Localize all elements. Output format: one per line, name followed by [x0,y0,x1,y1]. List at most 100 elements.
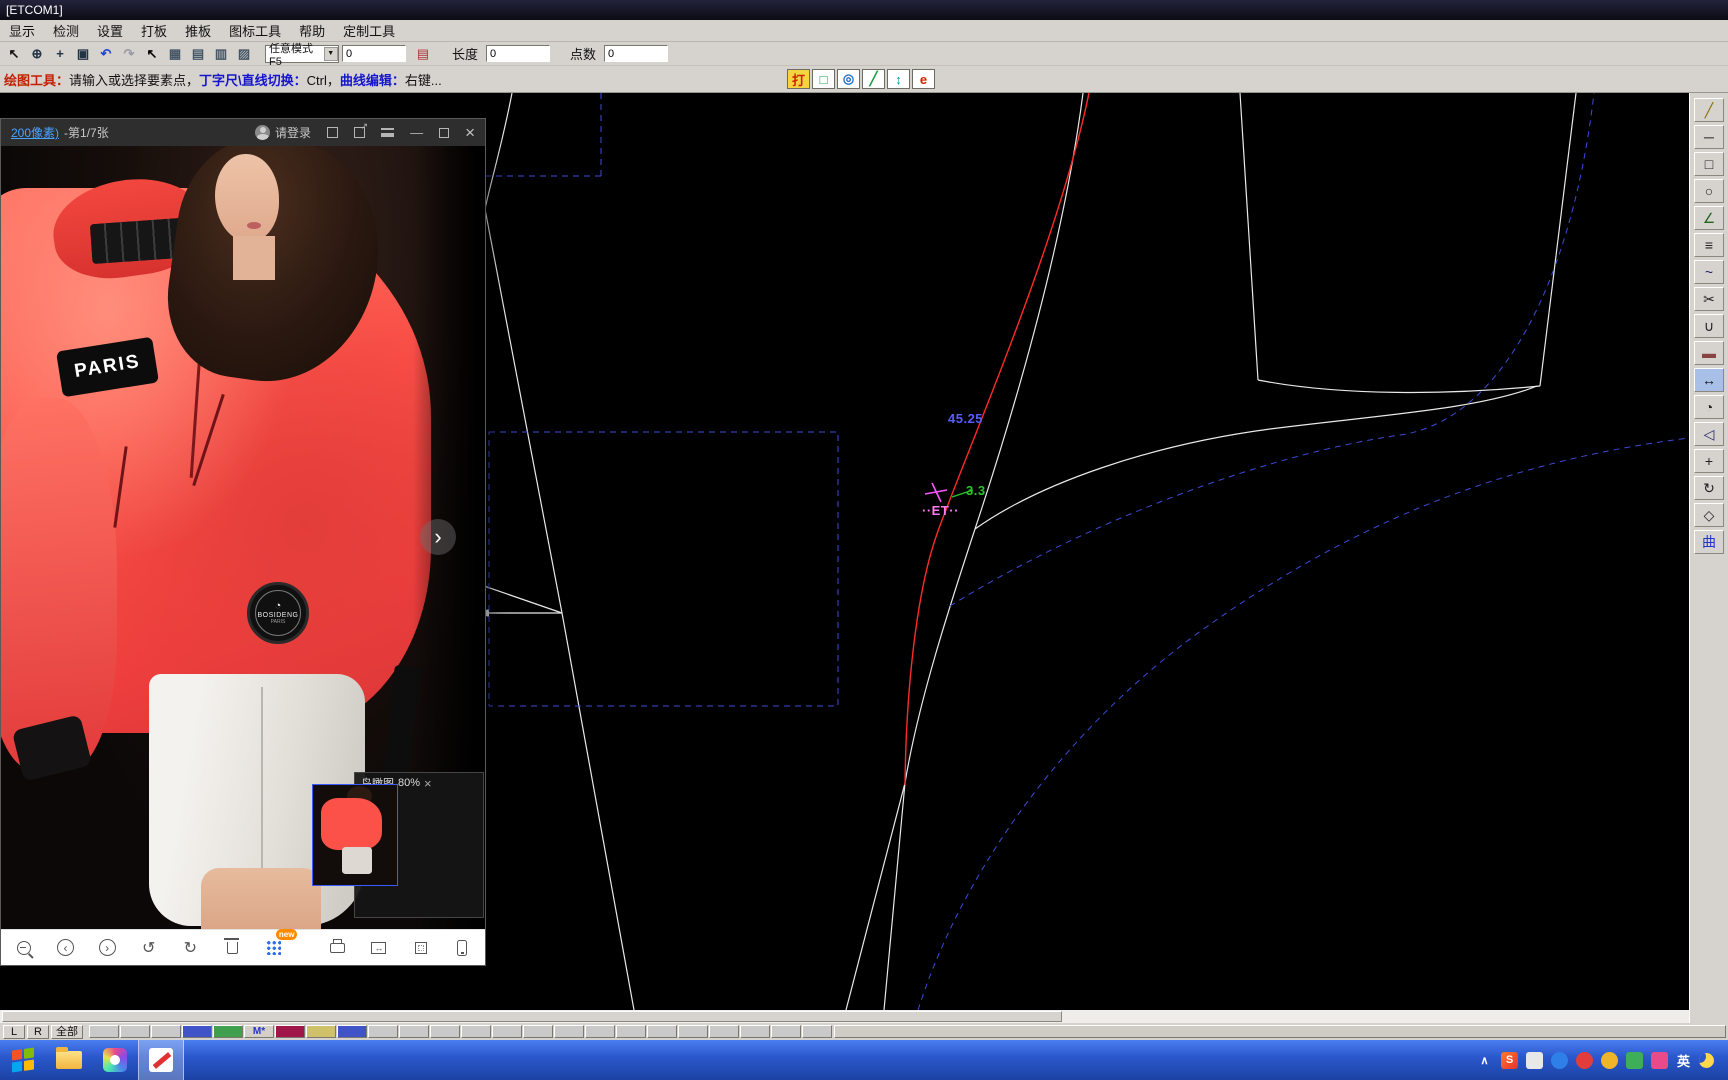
menu-display[interactable]: 显示 [0,20,44,41]
redo-icon[interactable]: ↷ [118,44,140,64]
rotate-right-icon[interactable]: ↻ [181,938,201,958]
palette-right-button[interactable]: R [27,1024,49,1039]
swatch-gray-4[interactable] [368,1025,398,1038]
chevron-down-icon[interactable]: ▼ [323,46,338,61]
close-button[interactable]: × [465,124,475,141]
menu-help[interactable]: 帮助 [290,20,334,41]
tray-expand-icon[interactable]: ∧ [1476,1052,1493,1069]
tray-app-green-icon[interactable] [1625,1051,1643,1069]
toggle-e[interactable]: e [912,69,935,89]
open-external-icon[interactable]: ↗ [354,121,368,138]
curve-tool[interactable]: ~ [1694,260,1724,284]
join-tool[interactable]: ∪ [1694,314,1724,338]
swatch-gray-8[interactable] [492,1025,522,1038]
tray-ime-icon[interactable] [1525,1051,1543,1069]
toggle-line[interactable]: ╱ [862,69,885,89]
night-mode-moon-icon[interactable] [1699,1052,1714,1068]
rotate-left-icon[interactable]: ↺ [139,938,159,958]
birdseye-close-icon[interactable]: × [424,776,432,791]
maximize-button[interactable] [439,127,450,138]
toggle-rect[interactable]: □ [812,69,835,89]
swatch-gray-6[interactable] [430,1025,460,1038]
minimize-button[interactable]: — [410,125,423,140]
doc-flag-icon[interactable]: ▤ [414,45,432,63]
swatch-gray-15[interactable] [709,1025,739,1038]
swatch-gray-16[interactable] [740,1025,770,1038]
zoom-area-icon[interactable]: ▣ [72,44,94,64]
swatch-gray-5[interactable] [399,1025,429,1038]
tray-app-red-icon[interactable] [1575,1051,1593,1069]
swatch-gray-10[interactable] [554,1025,584,1038]
circle-tool[interactable]: ○ [1694,179,1724,203]
menu-grading[interactable]: 推板 [176,20,220,41]
move-tool[interactable]: + [1694,449,1724,473]
birdseye-thumbnail[interactable] [312,784,398,886]
swatch-gray-11[interactable] [585,1025,615,1038]
swatch-gray-14[interactable] [678,1025,708,1038]
swatch-gray-3[interactable] [151,1025,181,1038]
rect-tool[interactable]: □ [1694,152,1724,176]
menu-detect[interactable]: 检测 [44,20,88,41]
swatch-khaki[interactable] [306,1025,336,1038]
angle-line-tool[interactable]: ∠ [1694,206,1724,230]
toggle-point[interactable]: ◎ [837,69,860,89]
table-tool-4-icon[interactable]: ▨ [233,44,255,64]
next-image-button[interactable]: › [420,519,456,555]
swatch-gray-7[interactable] [461,1025,491,1038]
taskbar-photos-button[interactable] [92,1040,138,1080]
scale-tool[interactable]: ◇ [1694,503,1724,527]
swatch-gray-17[interactable] [771,1025,801,1038]
hamburger-menu-icon[interactable] [381,128,395,137]
swatch-gray-18[interactable] [802,1025,832,1038]
pencil-tool[interactable]: ╱ [1694,98,1724,122]
free-value-input[interactable] [342,45,406,62]
palette-left-button[interactable]: L [3,1024,25,1039]
rotate-tool[interactable]: ↻ [1694,476,1724,500]
drawing-canvas[interactable]: 45.25 3.3 ··ET·· 200像素) -第1/7张 请登录 ↗ — ×… [0,93,1689,1010]
swatch-gray-13[interactable] [647,1025,677,1038]
phone-view-icon[interactable] [452,938,472,958]
taskbar-explorer-button[interactable] [46,1040,92,1080]
count-input[interactable] [604,45,669,62]
measure-tool[interactable]: ↔ [1694,368,1724,392]
next-image-icon[interactable]: › [97,938,117,958]
swatch-gray-1[interactable] [89,1025,119,1038]
scrollbar-thumb[interactable] [2,1011,1062,1022]
menu-custom-tools[interactable]: 定制工具 [334,20,404,41]
curve-mode-label[interactable]: 曲 [1694,530,1724,554]
line-tool[interactable]: ─ [1694,125,1724,149]
tray-app-yellow-icon[interactable] [1600,1051,1618,1069]
divide-tool[interactable]: ≡ [1694,233,1724,257]
swatch-gray-12[interactable] [616,1025,646,1038]
expand-icon[interactable] [411,938,431,958]
fullscreen-icon[interactable] [327,127,339,138]
input-language-indicator[interactable]: 英 [1677,1051,1690,1070]
swatch-m[interactable]: M* [244,1025,274,1038]
select-arrow-icon[interactable]: ↖ [3,44,25,64]
login-button[interactable]: 请登录 [255,124,311,141]
print-icon[interactable] [327,938,347,958]
menu-pattern[interactable]: 打板 [132,20,176,41]
palette-all-button[interactable]: 全部 [51,1024,83,1039]
tray-app-pink-icon[interactable] [1650,1051,1668,1069]
table-tool-2-icon[interactable]: ▤ [187,44,209,64]
swatch-blue-2[interactable] [337,1025,367,1038]
tray-sogou-icon[interactable]: S [1500,1051,1518,1069]
pan-icon[interactable]: + [49,44,71,64]
mirror-tool[interactable]: ◁ [1694,422,1724,446]
toggle-da[interactable]: 打 [787,69,810,89]
eraser-tool[interactable]: ▬ [1694,341,1724,365]
viewer-title-link[interactable]: 200像素) [11,124,59,141]
fit-width-icon[interactable]: ↔ [369,938,389,958]
length-input[interactable] [486,45,551,62]
table-tool-3-icon[interactable]: ▥ [210,44,232,64]
swatch-green[interactable] [213,1025,243,1038]
zoom-out-icon[interactable] [14,938,34,958]
mode-select[interactable]: 任意模式F5 ▼ [265,43,339,68]
zoom-in-icon[interactable]: ⊕ [26,44,48,64]
tray-app-blue-icon[interactable] [1550,1051,1568,1069]
taskbar-etcad-button[interactable] [138,1040,184,1080]
toggle-swap[interactable]: ↕ [887,69,910,89]
horizontal-scrollbar[interactable] [0,1010,1689,1023]
pick-arrow-icon[interactable]: ↖ [141,44,163,64]
